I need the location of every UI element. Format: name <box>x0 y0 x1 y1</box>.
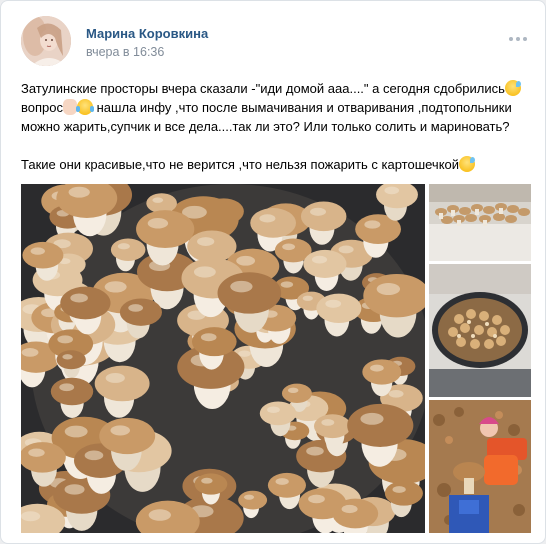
text-fragment: Такие они красивые,что не верится ,что н… <box>21 157 460 172</box>
text-fragment: нашла инфу ,что после вымачивания и отва… <box>93 100 512 115</box>
tears-of-joy-emoji-icon <box>76 99 94 115</box>
dot <box>516 37 520 41</box>
photo-thumbnail-2[interactable] <box>429 264 531 397</box>
wall-post: Марина Коровкина вчера в 16:36 Затулинск… <box>0 0 546 544</box>
grinning-sweat-emoji-icon <box>504 80 521 96</box>
mushrooms-table-image <box>429 184 531 261</box>
author-name[interactable]: Марина Коровкина <box>86 26 208 41</box>
photo-thumbnail-3[interactable] <box>429 400 531 533</box>
mushrooms-pan-image <box>21 184 425 533</box>
post-text-line: Такие они красивые,что не верится ,что н… <box>21 155 531 174</box>
post-text-line: вопрос нашла инфу ,что после вымачивания… <box>21 98 531 117</box>
post-text-line: можно жарить,супчик и все дела....так ли… <box>21 119 510 134</box>
dot <box>523 37 527 41</box>
post-text-line: Затулинские просторы вчера сказали -"иди… <box>21 79 531 98</box>
grinning-sweat-emoji-icon <box>459 156 476 172</box>
child-mushroom-image <box>429 400 531 533</box>
avatar-image <box>21 16 71 66</box>
mushrooms-pot-image <box>429 264 531 397</box>
text-fragment: вопрос <box>21 100 63 115</box>
photo-thumbnail-1[interactable] <box>429 184 531 261</box>
more-options-icon[interactable] <box>509 35 527 43</box>
author-avatar[interactable] <box>21 16 71 66</box>
post-date[interactable]: вчера в 16:36 <box>86 45 164 59</box>
photo-main[interactable] <box>21 184 425 533</box>
raised-hand-emoji-icon <box>63 99 77 115</box>
text-fragment: Затулинские просторы вчера сказали -"иди… <box>21 81 505 96</box>
post-text: Затулинские просторы вчера сказали -"иди… <box>21 79 531 174</box>
dot <box>509 37 513 41</box>
